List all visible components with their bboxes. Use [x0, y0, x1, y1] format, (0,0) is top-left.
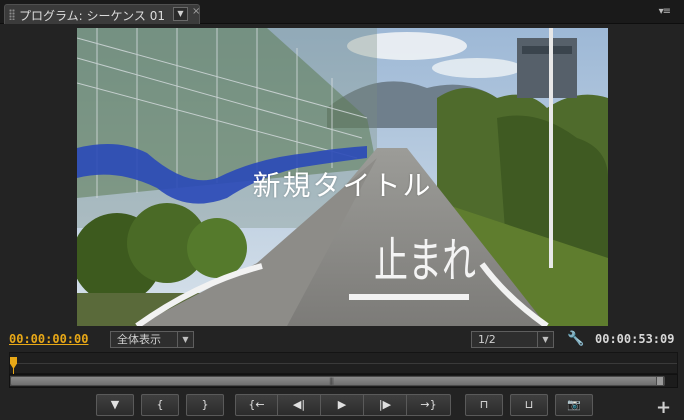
- extract-icon: ⊔: [524, 398, 534, 411]
- scroll-handle-right[interactable]: [656, 376, 664, 386]
- camera-icon: 📷: [567, 398, 581, 411]
- tab-title: プログラム: シーケンス 01: [19, 9, 165, 23]
- chevron-down-icon: ▼: [177, 332, 193, 347]
- mark-out-button[interactable]: }: [186, 394, 224, 416]
- play-icon: ▶: [337, 398, 347, 411]
- go-to-out-icon: →}: [420, 398, 437, 411]
- add-marker-button[interactable]: ▼: [96, 394, 134, 416]
- panel-header: プログラム: シーケンス 01 ▼ × ▾≡: [0, 0, 684, 24]
- go-to-in-icon: {←: [248, 398, 265, 411]
- tab-program-monitor[interactable]: プログラム: シーケンス 01 ▼ ×: [4, 4, 200, 24]
- video-frame[interactable]: 止まれ 新規タイトル: [77, 28, 608, 326]
- zoom-scrollbar[interactable]: |||: [9, 374, 678, 388]
- step-back-button[interactable]: ◀|: [278, 394, 321, 416]
- title-overlay[interactable]: 新規タイトル: [77, 164, 608, 204]
- chevron-down-icon: ▼: [537, 332, 553, 347]
- sequence-dropdown-icon[interactable]: ▼: [173, 7, 188, 21]
- play-button[interactable]: ▶: [321, 394, 364, 416]
- step-forward-icon: |▶: [378, 398, 392, 411]
- current-timecode[interactable]: 00:00:00:00: [9, 332, 88, 346]
- step-back-icon: ◀|: [292, 398, 306, 411]
- program-monitor: 止まれ 新規タイトル: [0, 24, 684, 330]
- lift-button[interactable]: ⊓: [465, 394, 503, 416]
- close-icon[interactable]: ×: [192, 6, 200, 17]
- zoom-level-select[interactable]: 全体表示 ▼: [110, 331, 194, 348]
- grip-icon: |||: [329, 377, 334, 385]
- road-marking-text: 止まれ: [374, 233, 476, 288]
- playback-resolution-value: 1/2: [478, 333, 496, 346]
- monitor-controls: 00:00:00:00 全体表示 ▼ 1/2 ▼ 🔧 00:00:53:09: [0, 330, 684, 350]
- lift-icon: ⊓: [479, 398, 489, 411]
- step-forward-button[interactable]: |▶: [364, 394, 407, 416]
- timeline-ruler[interactable]: [9, 352, 678, 375]
- panel-menu-icon[interactable]: ▾≡: [659, 6, 671, 17]
- ruler-track: [10, 363, 677, 364]
- playback-resolution-select[interactable]: 1/2 ▼: [471, 331, 554, 348]
- marker-icon: ▼: [110, 398, 120, 411]
- mark-in-button[interactable]: {: [141, 394, 179, 416]
- drag-grip-icon[interactable]: [9, 9, 15, 20]
- export-frame-button[interactable]: 📷: [555, 394, 593, 416]
- go-to-in-button[interactable]: {←: [235, 394, 278, 416]
- zoom-level-value: 全体表示: [117, 333, 161, 346]
- settings-wrench-icon[interactable]: 🔧: [567, 331, 584, 347]
- mark-in-icon: {: [156, 398, 164, 411]
- go-to-out-button[interactable]: →}: [407, 394, 451, 416]
- duration-timecode: 00:00:53:09: [595, 332, 675, 346]
- button-editor-add-icon[interactable]: +: [656, 397, 671, 418]
- scroll-thumb[interactable]: |||: [10, 376, 665, 386]
- extract-button[interactable]: ⊔: [510, 394, 548, 416]
- mark-out-icon: }: [201, 398, 209, 411]
